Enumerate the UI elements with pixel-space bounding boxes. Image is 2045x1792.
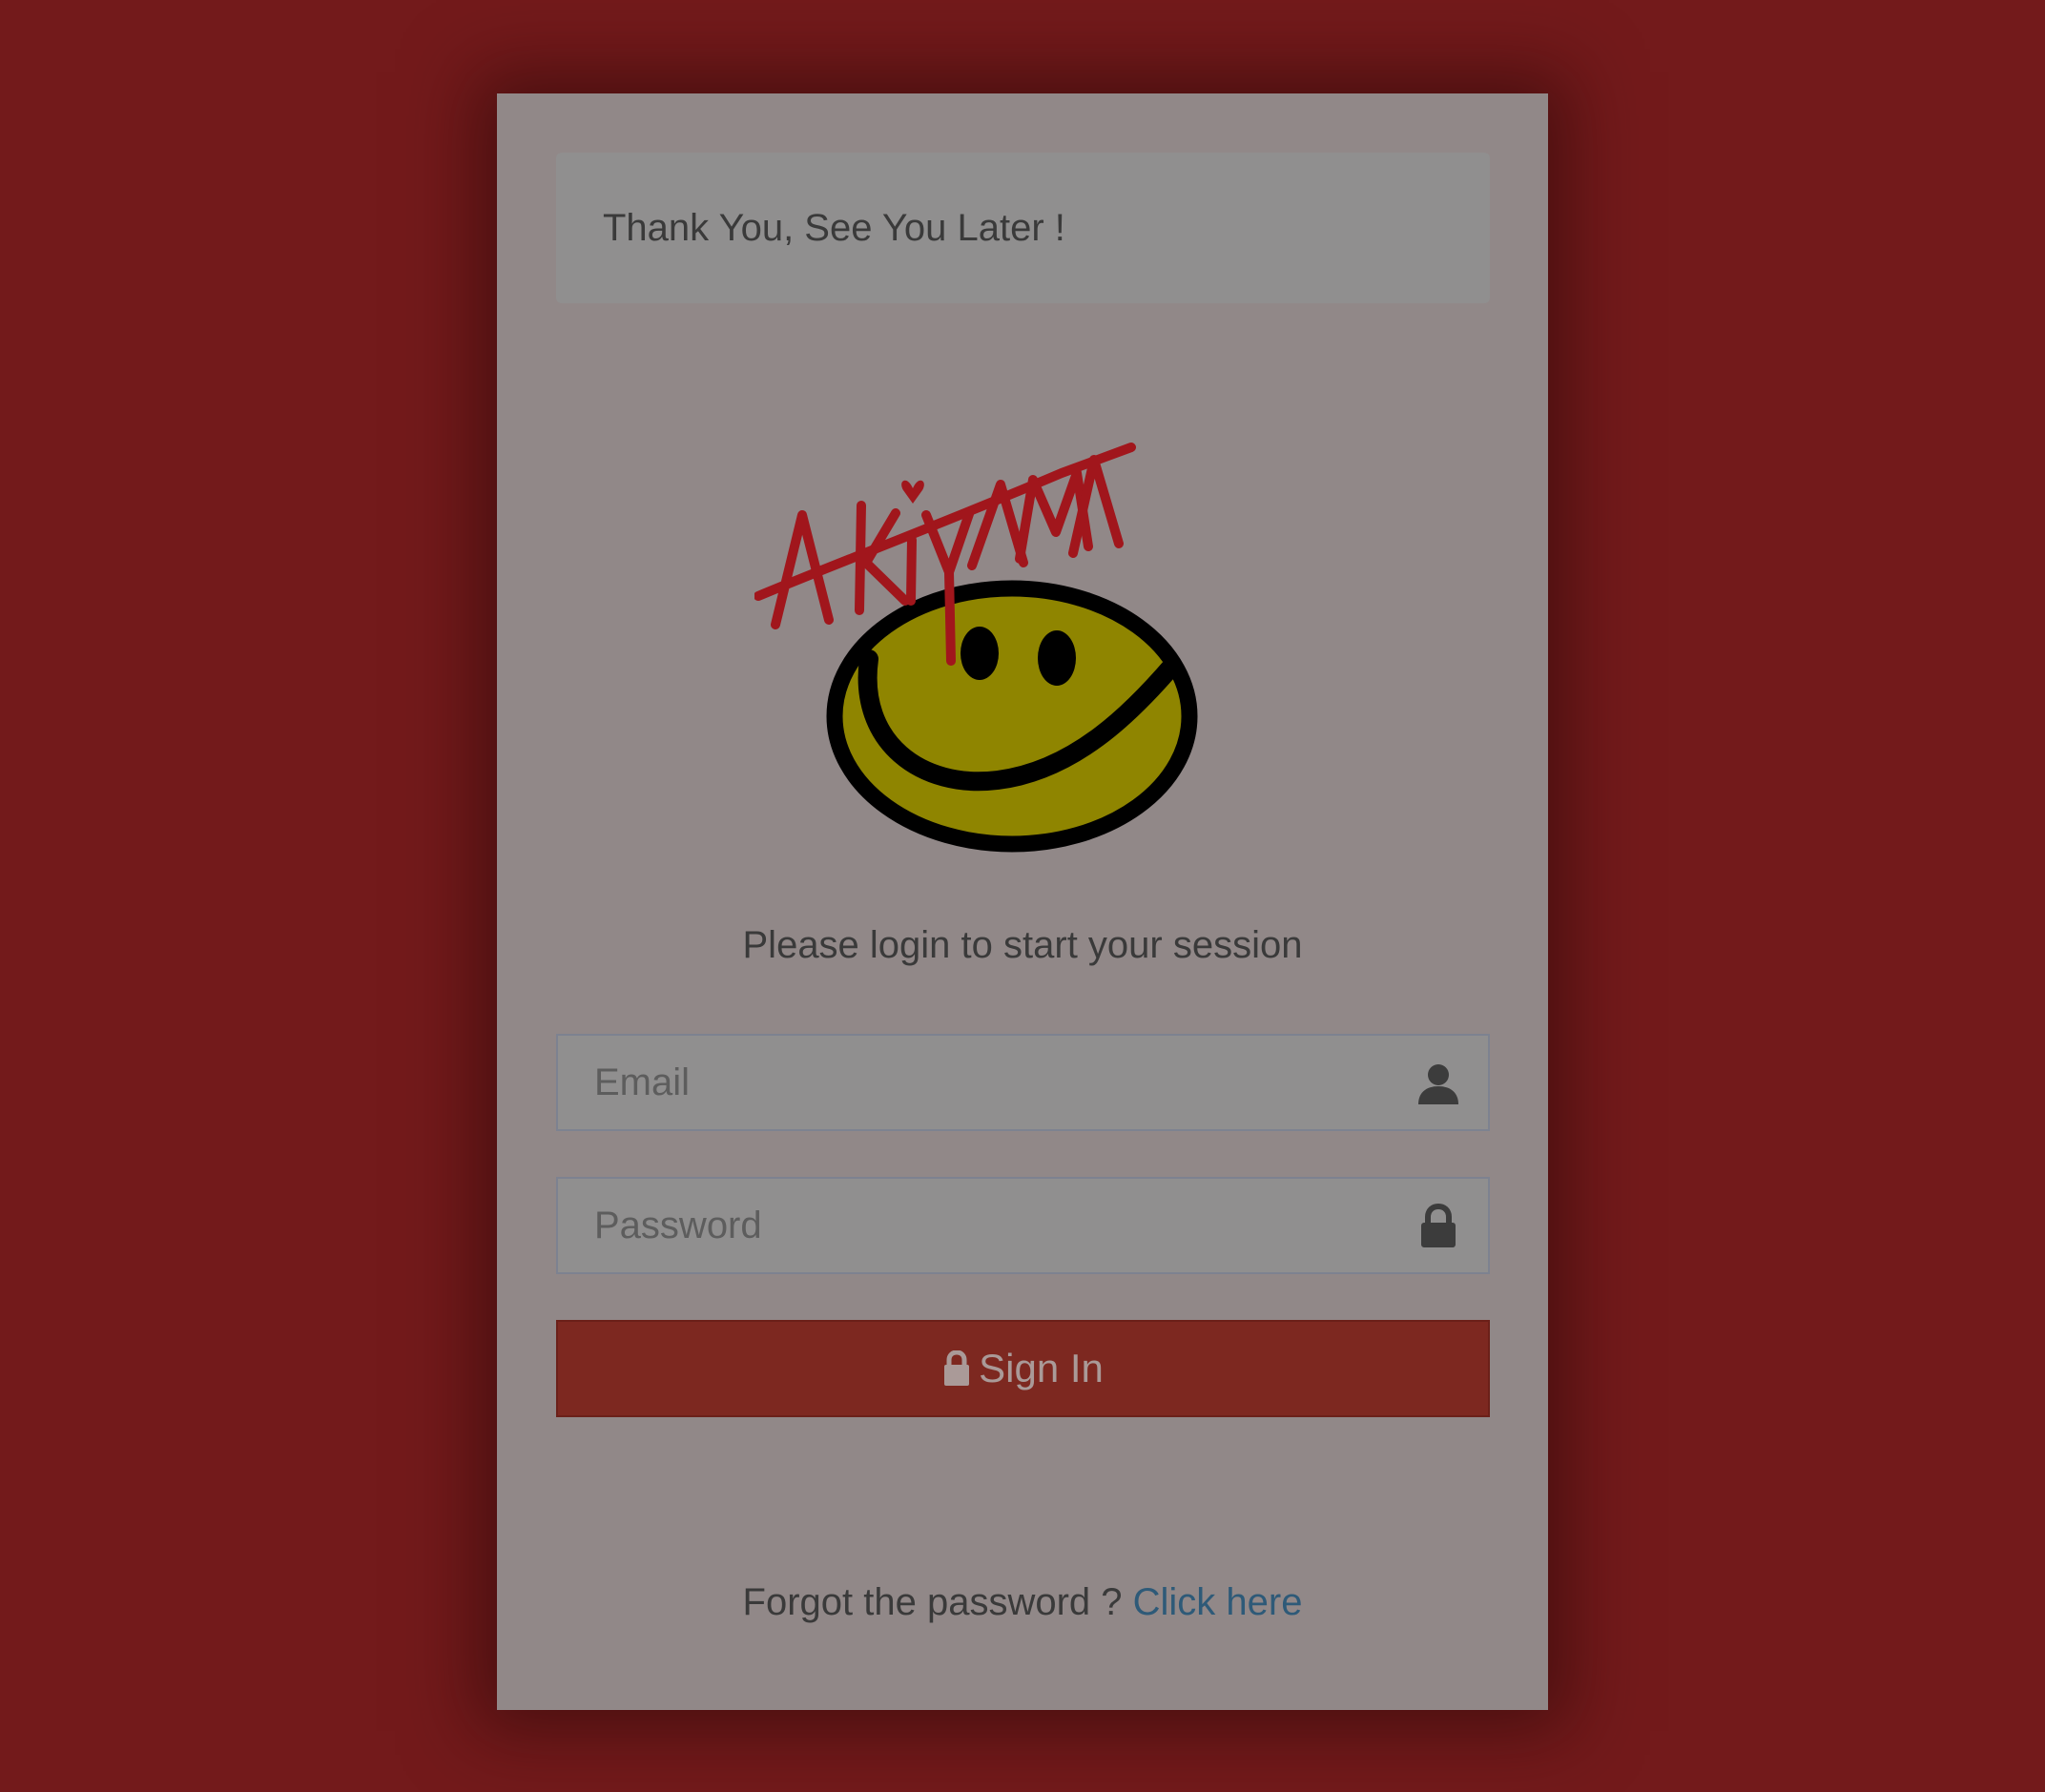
akiyama-smiley-logo [754,443,1198,853]
login-card: Thank You, See You Later ! Please login … [497,93,1548,1710]
logout-alert: Thank You, See You Later ! [556,153,1490,303]
alert-message: Thank You, See You Later ! [603,207,1065,249]
password-field[interactable] [556,1177,1490,1274]
lock-icon [1421,1204,1456,1247]
password-input[interactable] [558,1179,1488,1272]
sign-in-button[interactable]: Sign In [556,1320,1490,1417]
sign-in-label: Sign In [979,1346,1104,1390]
login-page: Thank You, See You Later ! Please login … [0,0,2045,1792]
forgot-password-text: Forgot the password ? [742,1581,1123,1623]
user-icon [1418,1064,1458,1104]
forgot-password-link[interactable]: Click here [1133,1581,1303,1623]
forgot-password-row: Forgot the password ? Click here [497,1576,1548,1628]
email-input[interactable] [558,1036,1488,1129]
email-field[interactable] [556,1034,1490,1131]
lock-icon [944,1350,970,1386]
login-subtitle: Please login to start your session [742,924,1303,966]
